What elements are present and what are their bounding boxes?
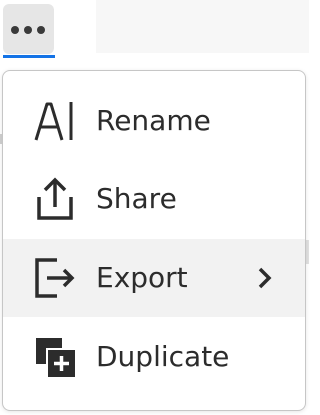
selected-indicator [3, 55, 55, 58]
more-dot-icon [11, 26, 19, 34]
menu-item-duplicate[interactable]: Duplicate [3, 318, 305, 396]
export-icon [35, 258, 75, 298]
menu-item-export[interactable]: Export [3, 239, 305, 317]
menu-item-label: Share [96, 182, 177, 215]
share-icon [37, 177, 73, 220]
more-dot-icon [24, 26, 32, 34]
chevron-right-icon [258, 267, 272, 289]
menu-item-label: Rename [96, 104, 211, 137]
top-toolbar [0, 0, 309, 58]
more-options-button[interactable] [3, 4, 54, 54]
menu-item-label: Duplicate [96, 340, 230, 373]
menu-item-rename[interactable]: Rename [3, 82, 305, 160]
rename-icon [34, 102, 73, 141]
more-dot-icon [37, 26, 45, 34]
context-menu: Rename Share Export Duplicate [2, 70, 306, 411]
toolbar-background [96, 0, 309, 53]
duplicate-icon [36, 338, 75, 377]
menu-item-label: Export [96, 261, 188, 294]
menu-item-share[interactable]: Share [3, 160, 305, 238]
